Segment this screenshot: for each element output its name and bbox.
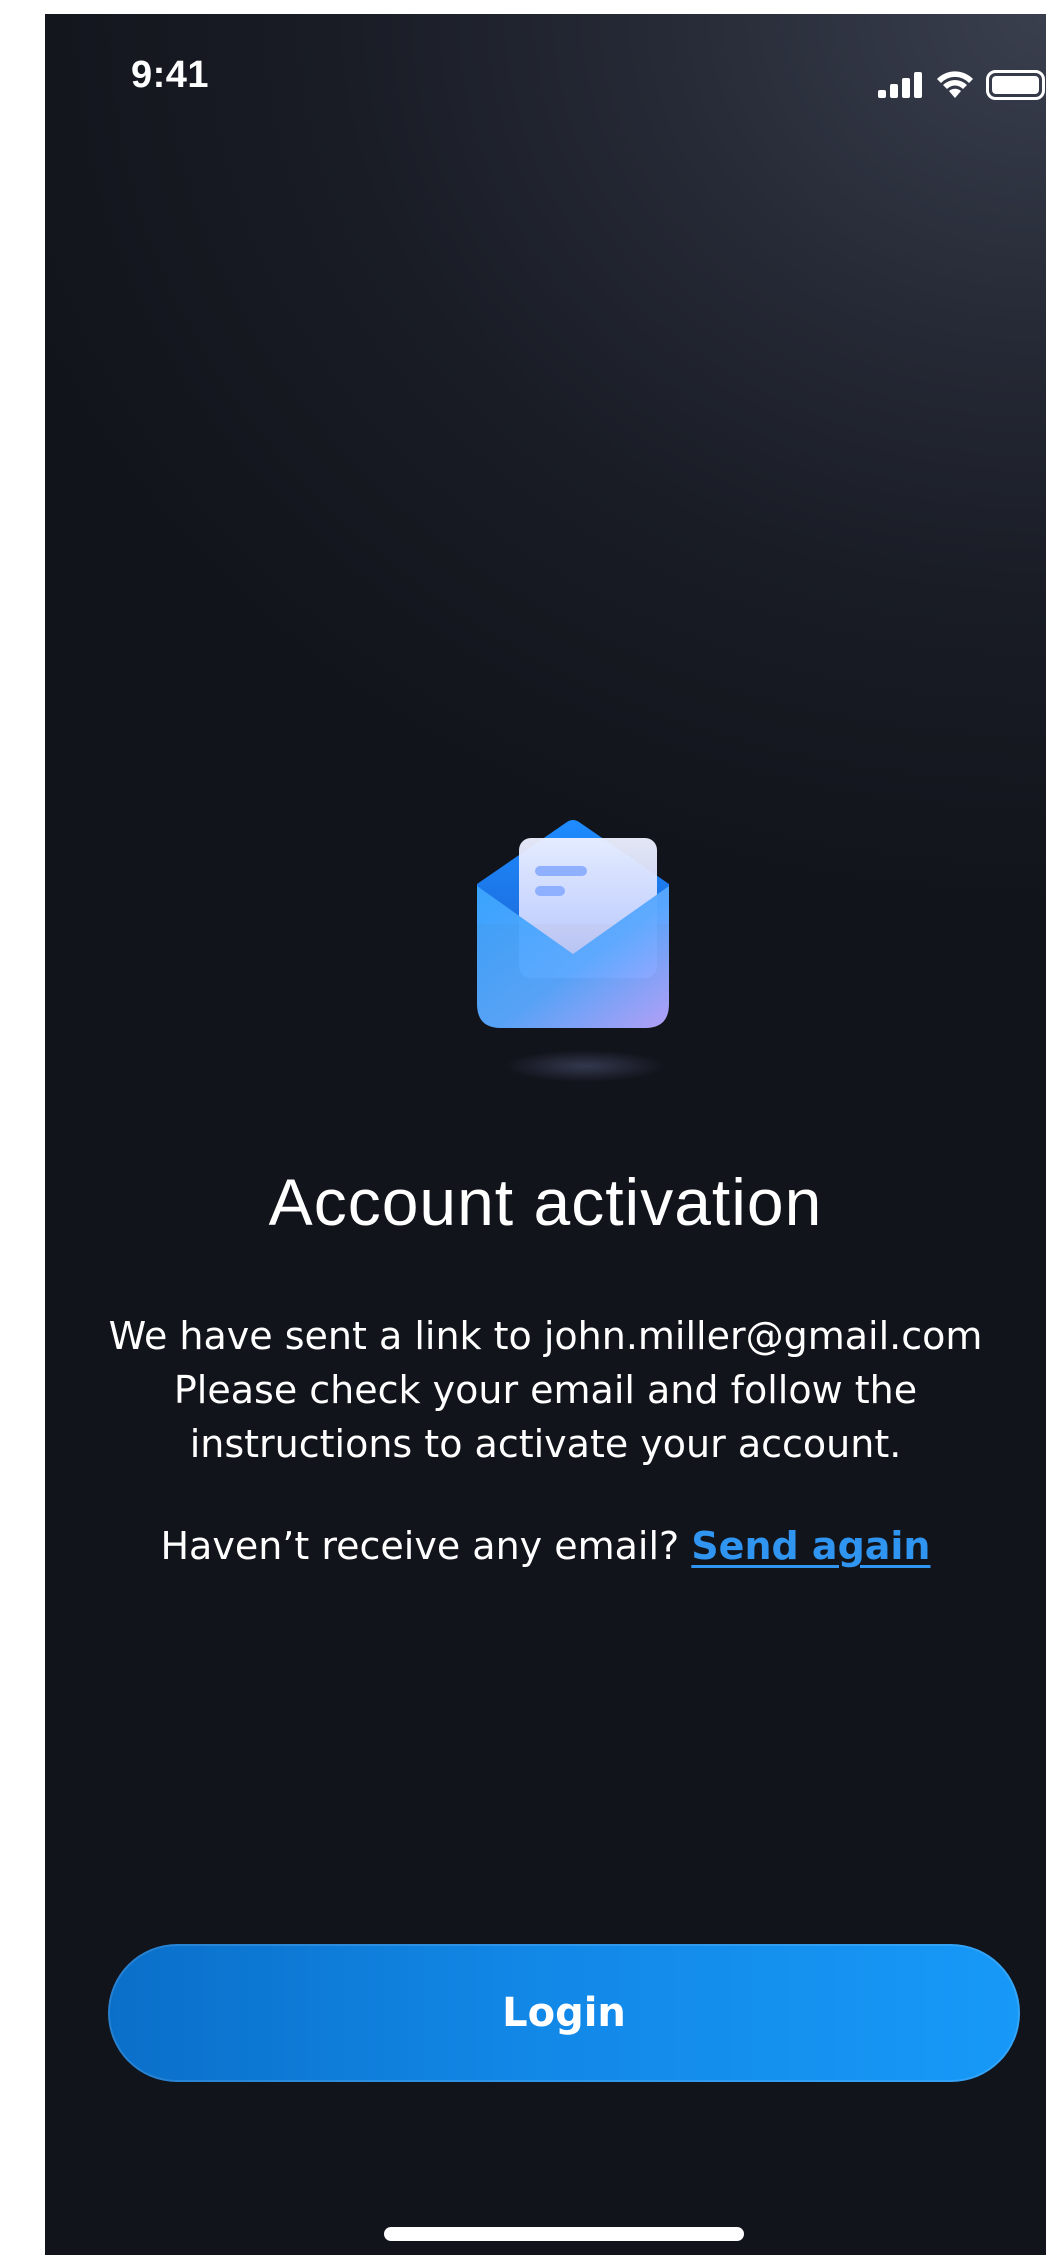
send-again-link[interactable]: Send again	[691, 1524, 930, 1568]
page-title: Account activation	[268, 1165, 823, 1239]
status-icons	[878, 70, 1046, 100]
home-indicator	[384, 2227, 744, 2241]
message-line-2: Please check your email and follow the	[173, 1368, 918, 1412]
resend-row: Haven’t receive any email? Send again	[45, 1519, 1046, 1573]
status-bar: 9:41	[45, 14, 1046, 134]
activation-message: We have sent a link to john.miller@gmail…	[45, 1309, 1046, 1471]
signal-icon	[878, 72, 922, 98]
battery-icon	[986, 70, 1045, 100]
message-line-1: We have sent a link to john.miller@gmail…	[108, 1314, 983, 1358]
status-time: 9:41	[131, 54, 210, 96]
app-screen: 9:41 Account activation We have sent a l…	[45, 14, 1046, 2255]
resend-prompt: Haven’t receive any email?	[160, 1524, 680, 1568]
open-envelope-icon	[449, 804, 689, 1094]
message-line-3: instructions to activate your account.	[189, 1422, 902, 1466]
login-button[interactable]: Login	[108, 1944, 1020, 2082]
wifi-icon	[937, 71, 973, 98]
